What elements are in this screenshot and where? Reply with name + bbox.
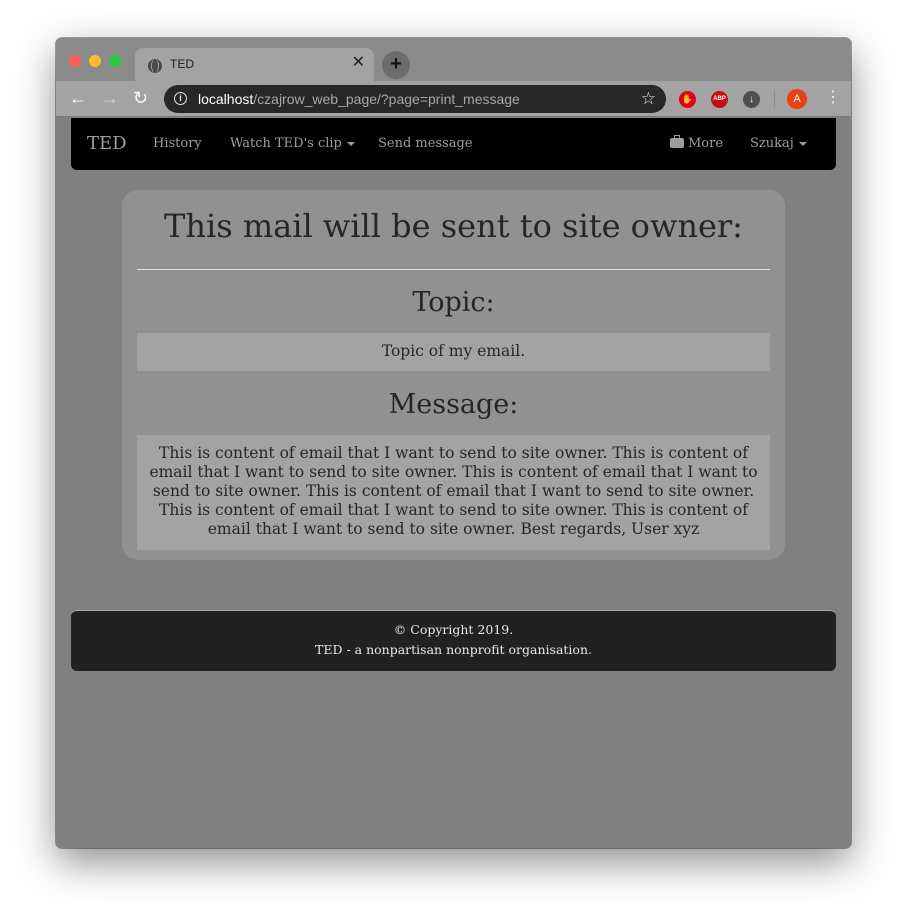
message-value: This is content of email that I want to …: [137, 435, 770, 550]
tab-title: TED: [170, 57, 194, 71]
download-extension-icon[interactable]: ↓: [743, 91, 760, 108]
caret-down-icon: [798, 141, 807, 146]
nav-search-dropdown[interactable]: Szukaj: [750, 136, 807, 151]
reload-icon[interactable]: ↻: [133, 88, 148, 108]
title-bar: TED ✕ +: [56, 38, 851, 82]
message-label: Message:: [388, 389, 519, 420]
briefcase-icon: [670, 135, 684, 148]
forward-arrow-icon[interactable]: →: [101, 88, 119, 108]
browser-window: TED ✕ + ← → ↻ i localhost/czajrow_web_pa…: [56, 38, 851, 848]
nav-send-message[interactable]: Send message: [378, 136, 473, 151]
browser-menu-icon[interactable]: ⋮: [825, 87, 841, 109]
site-footer: © Copyright 2019. TED - a nonpartisan no…: [71, 610, 836, 671]
brand-link[interactable]: TED: [87, 133, 127, 154]
topic-label: Topic:: [412, 287, 495, 318]
browser-tab[interactable]: TED ✕: [135, 48, 374, 82]
new-tab-button[interactable]: +: [382, 51, 410, 79]
adblock-plus-extension-icon[interactable]: ABP: [711, 91, 728, 108]
message-preview-card: This mail will be sent to site owner: To…: [122, 190, 785, 560]
divider: [137, 269, 770, 270]
page-viewport: TED History Watch TED's clip Send messag…: [56, 118, 851, 848]
tab-close-icon[interactable]: ✕: [352, 54, 365, 72]
url-text[interactable]: localhost/czajrow_web_page/?page=print_m…: [198, 91, 520, 107]
close-window-button[interactable]: [69, 55, 81, 67]
minimize-window-button[interactable]: [89, 55, 101, 67]
site-navbar: TED History Watch TED's clip Send messag…: [71, 118, 836, 170]
nav-watch-clip-dropdown[interactable]: Watch TED's clip: [230, 136, 355, 151]
profile-avatar[interactable]: A: [787, 89, 807, 109]
info-icon[interactable]: i: [174, 92, 187, 105]
bookmark-star-icon[interactable]: ☆: [641, 89, 656, 109]
caret-down-icon: [346, 141, 355, 146]
footer-copyright: © Copyright 2019.: [393, 622, 514, 637]
back-arrow-icon[interactable]: ←: [69, 88, 87, 108]
nav-more[interactable]: More: [670, 135, 723, 151]
globe-icon: [148, 59, 162, 73]
browser-toolbar: ← → ↻ i localhost/czajrow_web_page/?page…: [56, 81, 851, 117]
stop-hand-extension-icon[interactable]: ✋: [679, 91, 696, 108]
topic-value: Topic of my email.: [137, 333, 770, 371]
maximize-window-button[interactable]: [109, 55, 121, 67]
footer-tagline: TED - a nonpartisan nonprofit organisati…: [315, 642, 592, 657]
address-bar[interactable]: i localhost/czajrow_web_page/?page=print…: [164, 85, 666, 113]
nav-history[interactable]: History: [153, 136, 202, 151]
toolbar-divider: [774, 91, 775, 108]
page-title: This mail will be sent to site owner:: [164, 207, 743, 245]
